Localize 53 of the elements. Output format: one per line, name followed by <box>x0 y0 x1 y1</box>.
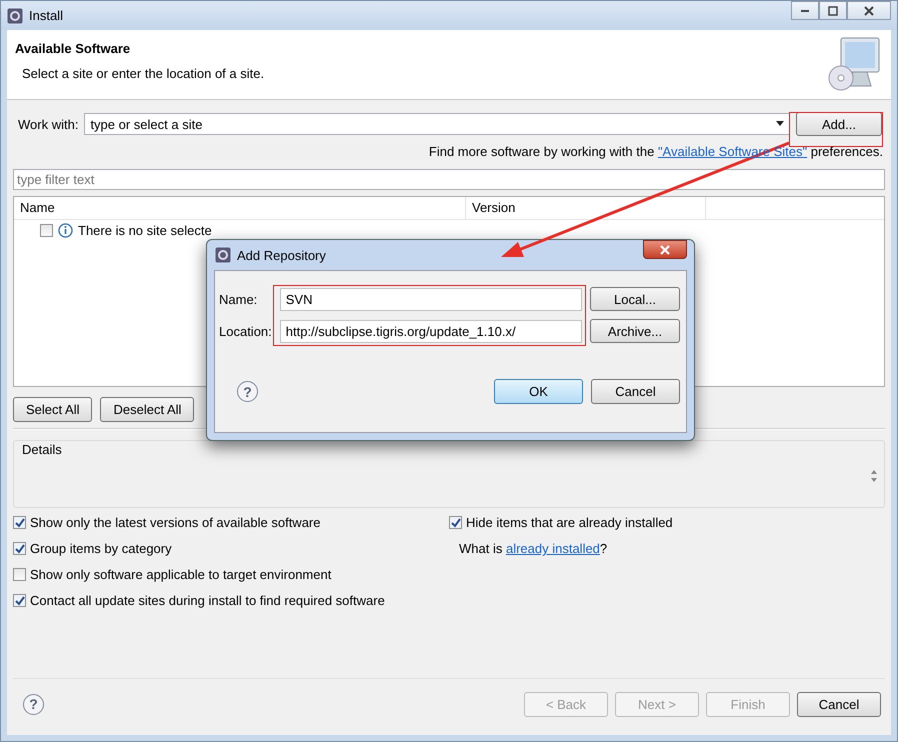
table-cell: There is no site selecte <box>78 223 212 238</box>
minimize-icon <box>801 10 809 12</box>
close-button[interactable] <box>643 240 687 259</box>
dialog-button[interactable]: OK <box>494 379 583 404</box>
dialog-button[interactable]: Cancel <box>591 379 680 404</box>
window-title: Install <box>29 8 63 23</box>
checkbox[interactable] <box>40 224 53 237</box>
app-icon <box>215 247 231 263</box>
selection-button[interactable]: Deselect All <box>100 397 194 422</box>
field-label: Location: <box>219 324 272 338</box>
maximize-button[interactable] <box>819 1 847 20</box>
checkbox-label: Show only software applicable to target environment <box>30 567 332 582</box>
help-button[interactable]: ? <box>23 694 44 714</box>
input-field[interactable]: SVN <box>280 288 582 310</box>
details-label: Details <box>22 442 62 457</box>
installed-note: What is already installed? <box>459 540 608 557</box>
help-button[interactable]: ? <box>237 381 258 402</box>
close-icon <box>660 244 670 254</box>
site-combo-box[interactable]: type or select a site <box>84 113 790 135</box>
already-installed-link[interactable]: already installed <box>506 541 600 556</box>
column-header[interactable]: Name <box>14 197 466 219</box>
available-software-sites-link[interactable]: "Available Software Sites" <box>658 144 808 159</box>
field-label: Name: <box>219 292 258 306</box>
checkbox-label: Group items by category <box>30 541 172 556</box>
close-icon <box>864 6 874 16</box>
maximize-icon <box>828 6 838 16</box>
checkbox-label: Show only the latest versions of available software <box>30 515 320 530</box>
page-title: Available Software <box>15 41 132 56</box>
checkbox-label: Contact all update sites during install to find required software <box>30 593 385 608</box>
dropdown-arrow-icon <box>776 121 784 127</box>
add-button[interactable]: Add... <box>796 112 882 136</box>
work-with-label: Work with: <box>18 116 78 132</box>
info-icon <box>58 223 73 238</box>
checkbox-label: Hide items that are already installed <box>466 515 673 530</box>
checkbox[interactable] <box>13 516 26 529</box>
wizard-button[interactable]: Cancel <box>797 692 881 716</box>
hint-text: Find more software by working with the "Available Software Sites" preferences. <box>428 144 883 159</box>
input-field[interactable]: http://subclipse.tigris.org/update_1.10.x/ <box>280 320 582 342</box>
browse-button[interactable]: Local... <box>590 287 680 311</box>
selection-button[interactable]: Select All <box>13 397 92 422</box>
checkbox[interactable] <box>449 516 462 529</box>
page-subtitle: Select a site or enter the location of a site. <box>22 66 264 81</box>
column-header[interactable]: Version <box>466 197 706 219</box>
dialog-title: Add Repository <box>237 248 326 262</box>
browse-button[interactable]: Archive... <box>590 319 680 343</box>
scroll-arrows-icon <box>870 469 878 483</box>
filter-field[interactable]: type filter text <box>13 169 885 190</box>
close-button[interactable] <box>847 1 891 20</box>
app-icon <box>7 8 23 24</box>
checkbox[interactable] <box>13 594 26 607</box>
checkbox[interactable] <box>13 568 26 581</box>
checkbox[interactable] <box>13 542 26 555</box>
minimize-button[interactable] <box>791 1 819 20</box>
